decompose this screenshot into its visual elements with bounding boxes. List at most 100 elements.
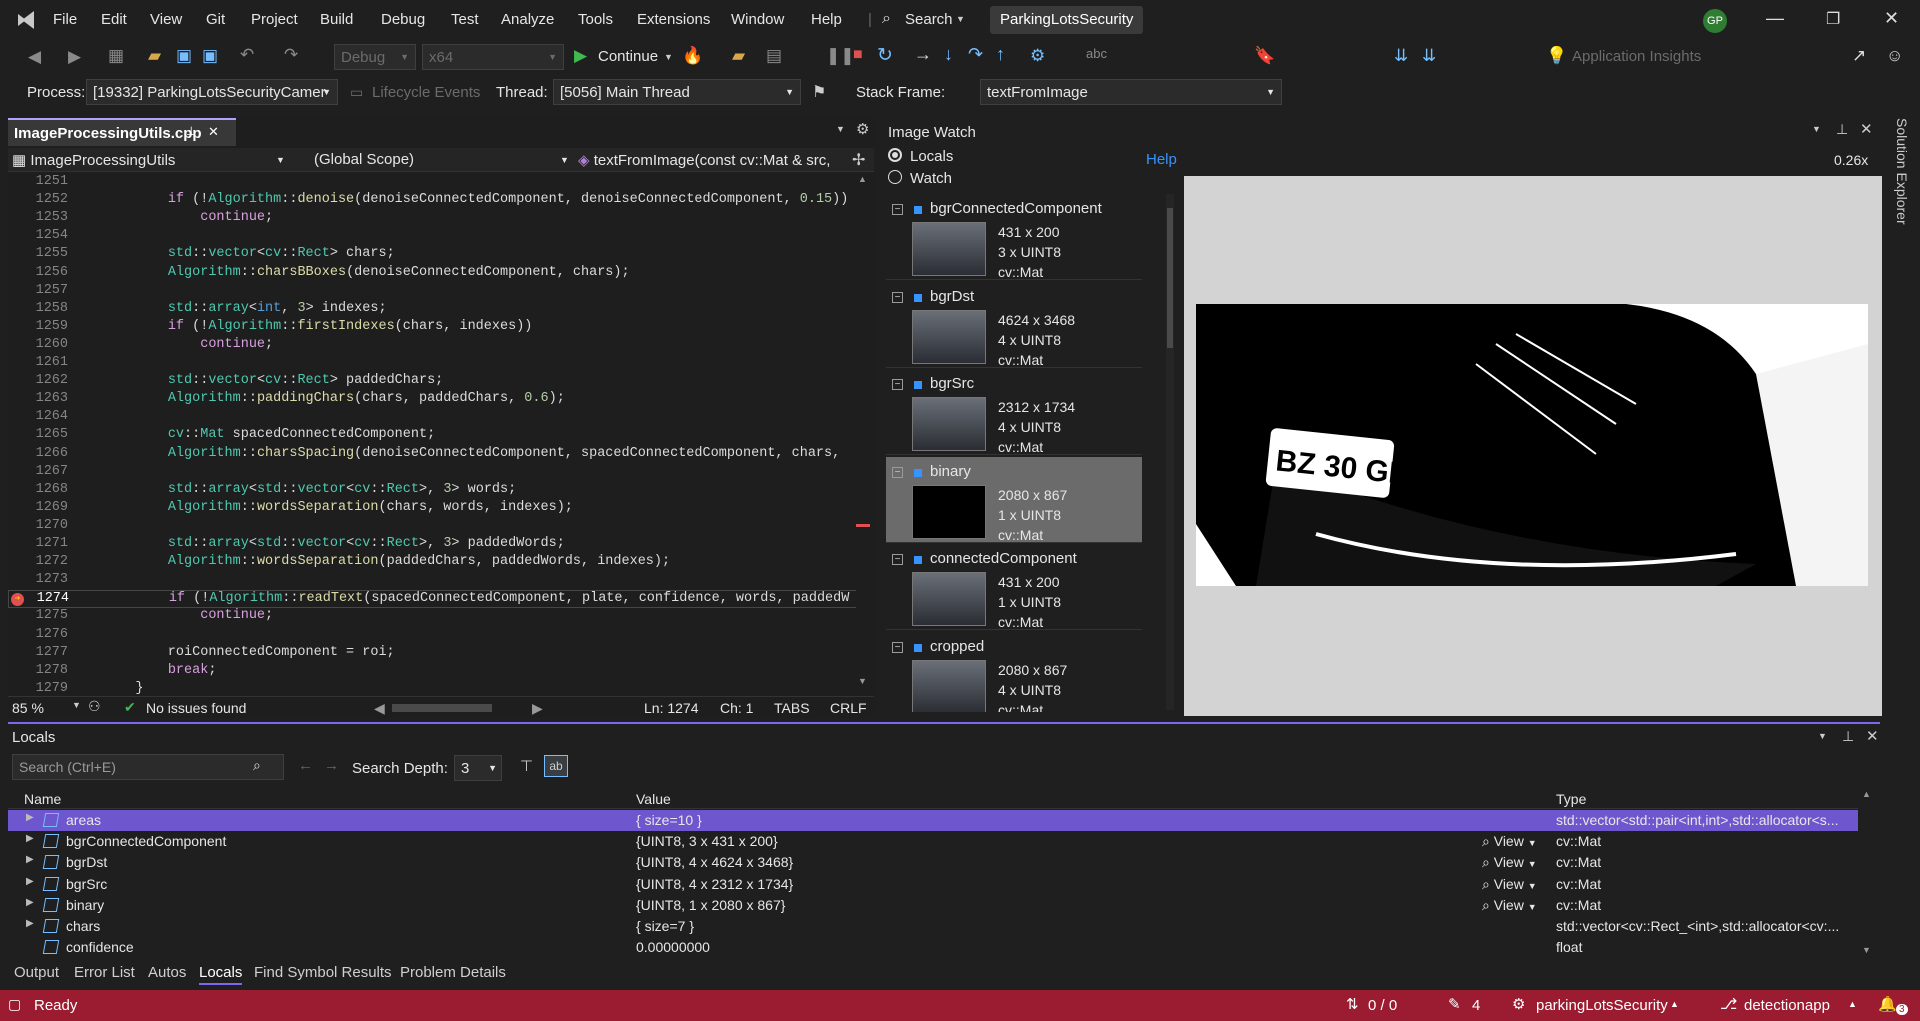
code-line[interactable]: 1275 continue;: [8, 608, 868, 626]
search-icon[interactable]: ⌕: [253, 757, 261, 774]
code-line[interactable]: 1268 std::array<std::vector<cv::Rect>, 3…: [8, 482, 868, 500]
code-line[interactable]: 1255 std::vector<cv::Rect> chars;: [8, 246, 868, 264]
table-row[interactable]: ▶ binary {UINT8, 1 x 2080 x 867} ⌕ View ▼ cv…: [8, 895, 1858, 916]
step-over-icon[interactable]: ↷: [968, 44, 983, 65]
git-sync-count[interactable]: 0 / 0: [1368, 997, 1397, 1014]
line-number[interactable]: Ln: 1274: [644, 700, 699, 716]
menu-view[interactable]: View: [150, 11, 182, 28]
chevron-down-icon[interactable]: ▼: [664, 52, 673, 62]
back-icon[interactable]: ←: [298, 757, 313, 774]
back-icon[interactable]: ◀: [28, 47, 41, 67]
chevron-down-icon[interactable]: ▼: [1528, 838, 1537, 848]
hex-display-icon[interactable]: ab: [544, 755, 568, 777]
image-watch-item[interactable]: − connectedComponent 431 x 200 1 x UINT8 cv:…: [886, 544, 1142, 630]
tab-autos[interactable]: Autos: [148, 964, 186, 981]
tab-problem-details[interactable]: Problem Details: [400, 964, 506, 981]
tab-error-list[interactable]: Error List: [74, 964, 135, 981]
pin-icon[interactable]: ⊥: [186, 124, 196, 138]
menu-file[interactable]: File: [53, 11, 77, 28]
step-out-icon[interactable]: ↑: [996, 44, 1005, 65]
chevron-up-icon[interactable]: ▲: [1848, 999, 1857, 1009]
table-row[interactable]: confidence 0.00000000 float: [8, 937, 1858, 958]
image-watch-item[interactable]: − cropped 2080 x 867 4 x UINT8 cv::Mat: [886, 632, 1142, 712]
image-list-scrollbar[interactable]: [1166, 194, 1174, 710]
col-type[interactable]: Type: [1556, 791, 1586, 807]
repository-name[interactable]: parkingLotsSecurity: [1536, 997, 1668, 1014]
pin-icon[interactable]: ⊥: [1836, 121, 1848, 138]
platform-combo[interactable]: x64 ▼: [422, 44, 564, 70]
code-line[interactable]: 1278 break;: [8, 663, 868, 681]
code-line[interactable]: 1272 Algorithm::wordsSeparation(paddedCh…: [8, 554, 868, 572]
help-link[interactable]: Help: [1146, 151, 1177, 168]
collapse-icon[interactable]: −: [892, 291, 903, 303]
code-line[interactable]: 1266 Algorithm::charsSpacing(denoiseConn…: [8, 446, 868, 464]
code-line[interactable]: 1254: [8, 228, 868, 246]
configuration-combo[interactable]: Debug ▼: [334, 44, 416, 70]
split-icon[interactable]: ✢: [852, 150, 865, 170]
step-into-icon[interactable]: ↓: [944, 44, 953, 65]
save-icon[interactable]: ▣: [176, 46, 192, 66]
menu-test[interactable]: Test: [451, 11, 479, 28]
close-icon[interactable]: ✕: [1860, 120, 1873, 138]
vertical-scrollbar[interactable]: ▲ ▼: [856, 174, 870, 688]
redo-icon[interactable]: ↷: [284, 45, 298, 65]
forward-icon[interactable]: ▶: [68, 47, 81, 67]
open-folder-icon[interactable]: ▰: [148, 46, 161, 66]
code-line[interactable]: 1251: [8, 174, 868, 192]
chevron-down-icon[interactable]: ▼: [1528, 881, 1537, 891]
view-visualizer-button[interactable]: ⌕ View ▼: [1482, 833, 1537, 850]
code-line[interactable]: 1276: [8, 627, 868, 645]
break-all-icon[interactable]: ❚❚: [826, 46, 855, 66]
view-visualizer-button[interactable]: ⌕ View ▼: [1482, 854, 1537, 871]
menu-analyze[interactable]: Analyze: [501, 11, 554, 28]
table-row[interactable]: ▶ bgrSrc {UINT8, 4 x 2312 x 1734} ⌕ View ▼ c…: [8, 874, 1858, 895]
close-icon[interactable]: ✕: [208, 124, 219, 140]
branch-icon[interactable]: ⎇: [1720, 995, 1737, 1013]
expand-icon[interactable]: ▶: [26, 812, 34, 823]
code-line[interactable]: 1262 std::vector<cv::Rect> paddedChars;: [8, 373, 868, 391]
scroll-right-icon[interactable]: ▶: [532, 700, 543, 717]
stop-icon[interactable]: ■: [853, 46, 863, 64]
collapse-icon[interactable]: −: [892, 641, 903, 653]
forward-icon[interactable]: →: [324, 757, 339, 774]
issues-status[interactable]: No issues found: [146, 700, 246, 716]
diagnostics-icon[interactable]: ⚙: [1030, 46, 1045, 66]
lifecycle-events-button[interactable]: Lifecycle Events: [372, 84, 480, 101]
spell-check-icon[interactable]: abc: [1086, 46, 1107, 61]
member-combo[interactable]: ◈ textFromImage(const cv::Mat & src,: [578, 151, 854, 169]
expand-icon[interactable]: ▶: [26, 897, 34, 908]
pending-changes-count[interactable]: 4: [1472, 997, 1480, 1014]
chevron-down-icon[interactable]: ▼: [72, 700, 81, 710]
variable-value[interactable]: { size=10 }: [636, 812, 702, 828]
table-row[interactable]: ▶ bgrDst {UINT8, 4 x 4624 x 3468} ⌕ View ▼ c…: [8, 852, 1858, 873]
locals-search-input[interactable]: Search (Ctrl+E) ⌕: [12, 754, 284, 780]
code-line[interactable]: 1256 Algorithm::charsBBoxes(denoiseConne…: [8, 265, 868, 283]
view-visualizer-button[interactable]: ⌕ View ▼: [1482, 876, 1537, 893]
notification-bell-icon[interactable]: 🔔: [1878, 995, 1897, 1013]
minimize-icon[interactable]: —: [1766, 8, 1784, 29]
table-row[interactable]: ▶ areas { size=10 } std::vector<std::pair<i…: [8, 810, 1858, 831]
scroll-left-icon[interactable]: ◀: [374, 700, 385, 717]
line-ending[interactable]: CRLF: [830, 700, 867, 716]
menu-extensions[interactable]: Extensions: [637, 11, 710, 28]
code-line[interactable]: 1273: [8, 572, 868, 590]
bookmark-icon[interactable]: 🔖: [1254, 46, 1275, 66]
continue-button[interactable]: Continue: [598, 48, 658, 65]
hot-reload-icon[interactable]: 🔥: [682, 46, 703, 66]
code-line[interactable]: 1274 if (!Algorithm::readText(spacedConn…: [8, 590, 868, 609]
application-insights-button[interactable]: Application Insights: [1572, 48, 1701, 65]
chevron-down-icon[interactable]: ▼: [836, 124, 845, 134]
code-line[interactable]: 1271 std::array<std::vector<cv::Rect>, 3…: [8, 536, 868, 554]
close-icon[interactable]: ✕: [1884, 8, 1899, 29]
menu-edit[interactable]: Edit: [101, 11, 127, 28]
collapse-icon[interactable]: −: [892, 466, 903, 478]
avatar[interactable]: GP: [1703, 9, 1727, 33]
code-line[interactable]: 1260 continue;: [8, 337, 868, 355]
share-icon[interactable]: ↗: [1852, 46, 1866, 66]
watch-radio[interactable]: [888, 170, 902, 184]
variable-value[interactable]: {UINT8, 4 x 4624 x 3468}: [636, 854, 793, 870]
chevron-down-icon[interactable]: ▼: [1818, 731, 1827, 741]
chevron-down-icon[interactable]: ▼: [1812, 124, 1821, 134]
code-line[interactable]: 1277 roiConnectedComponent = roi;: [8, 645, 868, 663]
code-line[interactable]: 1257: [8, 283, 868, 301]
